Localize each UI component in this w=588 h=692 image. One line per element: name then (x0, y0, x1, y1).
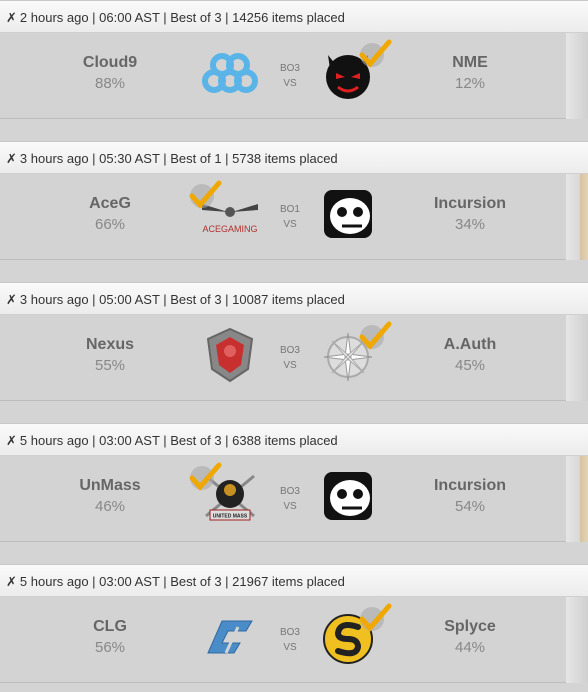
match-header: ✗ 3 hours ago | 05:00 AST | Best of 3 | 1… (0, 282, 588, 315)
team-name: Cloud9 (82, 54, 138, 71)
match-body: CLG 56% BO3 VS Splyce 44% (0, 597, 588, 683)
close-x-icon: ✗ (6, 292, 17, 307)
team-percent: 45% (454, 357, 486, 374)
checkmark-icon (189, 180, 222, 209)
incursion-logo[interactable] (318, 184, 378, 244)
checkmark-icon (189, 462, 222, 491)
team-name: A.Auth (443, 336, 497, 353)
match-header: ✗ 2 hours ago | 06:00 AST | Best of 3 | 1… (0, 0, 588, 33)
vs-label: VS (283, 360, 297, 371)
clg-logo[interactable] (200, 607, 260, 667)
team-left[interactable]: AceG 66% (40, 194, 180, 236)
team-name: CLG (93, 618, 127, 635)
match-body: UnMass 46% UNITED MASS BO3 VS Incursion … (0, 456, 588, 542)
team-name: AceG (89, 195, 131, 212)
match-list: ✗ 2 hours ago | 06:00 AST | Best of 3 | 1… (0, 0, 588, 692)
team-name: NME (452, 54, 488, 71)
format-label: BO3 (279, 63, 300, 74)
format-label: BO1 (279, 204, 300, 215)
nexus-logo[interactable] (200, 325, 260, 385)
vs-label: VS (283, 78, 297, 89)
team-left[interactable]: UnMass 46% (40, 476, 180, 518)
match-card[interactable]: ✗ 3 hours ago | 05:00 AST | Best of 3 | 1… (0, 282, 588, 402)
match-info: 5 hours ago | 03:00 AST | Best of 3 | 63… (19, 433, 338, 448)
match-header: ✗ 5 hours ago | 03:00 AST | Best of 3 | 2… (0, 564, 588, 597)
format-label: BO3 (279, 345, 300, 356)
team-percent: 34% (454, 216, 486, 233)
match-info: 2 hours ago | 06:00 AST | Best of 3 | 14… (19, 10, 345, 25)
match-body: Nexus 55% BO3 VS A.Auth 45% (0, 315, 588, 401)
team-left[interactable]: Cloud9 88% (40, 53, 180, 95)
vs-label: VS (283, 642, 297, 653)
team-name: Incursion (433, 477, 506, 494)
match-format: BO1 VS (270, 202, 310, 232)
match-body: AceG 66% ACEGAMING BO1 VS Incursion 34% (0, 174, 588, 260)
checkmark-icon (359, 321, 392, 350)
edge-artwork (580, 174, 588, 260)
team-name: Nexus (85, 336, 135, 353)
team-name: Splyce (444, 618, 496, 635)
team-right[interactable]: Splyce 44% (400, 617, 540, 659)
team-right[interactable]: NME 12% (400, 53, 540, 95)
cloud9-logo[interactable] (200, 43, 260, 103)
match-format: BO3 VS (270, 484, 310, 514)
match-header: ✗ 3 hours ago | 05:30 AST | Best of 1 | 5… (0, 141, 588, 174)
close-x-icon: ✗ (6, 433, 17, 448)
logo-text: ACEGAMING (202, 224, 257, 234)
team-name: Incursion (433, 195, 506, 212)
team-name: UnMass (79, 477, 141, 494)
format-label: BO3 (279, 627, 300, 638)
match-header: ✗ 5 hours ago | 03:00 AST | Best of 3 | 6… (0, 423, 588, 456)
match-format: BO3 VS (270, 61, 310, 91)
match-card[interactable]: ✗ 2 hours ago | 06:00 AST | Best of 3 | 1… (0, 0, 588, 120)
team-percent: 56% (94, 639, 126, 656)
close-x-icon: ✗ (6, 10, 17, 25)
checkmark-icon (359, 603, 392, 632)
checkmark-icon (359, 39, 392, 68)
team-percent: 66% (94, 216, 126, 233)
team-percent: 55% (94, 357, 126, 374)
team-percent: 44% (454, 639, 486, 656)
logo-text: UNITED MASS (213, 514, 248, 520)
team-percent: 88% (94, 75, 126, 92)
team-right[interactable]: A.Auth 45% (400, 335, 540, 377)
close-x-icon: ✗ (6, 574, 17, 589)
team-percent: 12% (454, 75, 486, 92)
match-info: 3 hours ago | 05:00 AST | Best of 3 | 10… (19, 292, 345, 307)
team-left[interactable]: CLG 56% (40, 617, 180, 659)
edge-artwork (580, 456, 588, 542)
match-info: 3 hours ago | 05:30 AST | Best of 1 | 57… (19, 151, 338, 166)
format-label: BO3 (279, 486, 300, 497)
team-right[interactable]: Incursion 34% (400, 194, 540, 236)
match-format: BO3 VS (270, 343, 310, 373)
match-info: 5 hours ago | 03:00 AST | Best of 3 | 21… (19, 574, 345, 589)
team-percent: 46% (94, 498, 126, 515)
match-card[interactable]: ✗ 5 hours ago | 03:00 AST | Best of 3 | 6… (0, 423, 588, 543)
incursion-logo[interactable] (318, 466, 378, 526)
vs-label: VS (283, 501, 297, 512)
match-body: Cloud9 88% BO3 VS NME 12% (0, 33, 588, 119)
team-left[interactable]: Nexus 55% (40, 335, 180, 377)
team-right[interactable]: Incursion 54% (400, 476, 540, 518)
match-card[interactable]: ✗ 3 hours ago | 05:30 AST | Best of 1 | 5… (0, 141, 588, 261)
team-percent: 54% (454, 498, 486, 515)
close-x-icon: ✗ (6, 151, 17, 166)
match-format: BO3 VS (270, 625, 310, 655)
vs-label: VS (283, 219, 297, 230)
match-card[interactable]: ✗ 5 hours ago | 03:00 AST | Best of 3 | 2… (0, 564, 588, 684)
